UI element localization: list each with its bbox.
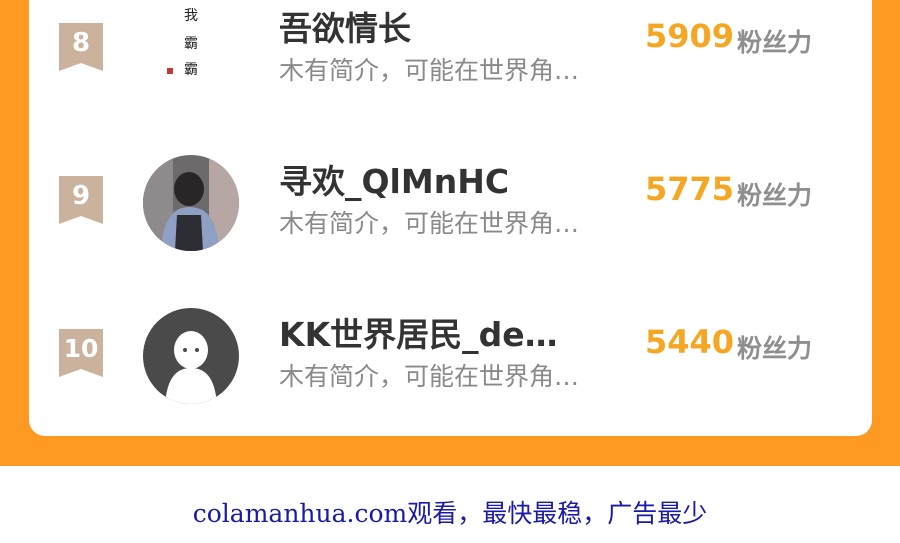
user-name[interactable]: 寻欢_QlMnHC [279, 155, 509, 203]
avatar[interactable]: 我 霸 霸 [143, 2, 239, 98]
ranking-row[interactable]: 10 KK世界居民_de… 木有简介，可能在世界角… 5440 粉丝力 [29, 308, 872, 436]
user-name[interactable]: KK世界居民_de… [279, 308, 558, 356]
rank-badge: 9 [59, 176, 103, 224]
avatar-character: 我 [184, 8, 198, 24]
user-intro: 木有简介，可能在世界角… [279, 209, 580, 238]
rank-number: 10 [63, 334, 99, 363]
avatar-character: 霸 [184, 62, 198, 78]
fans-label: 粉丝力 [737, 28, 813, 57]
rank-number: 8 [71, 28, 91, 58]
user-name[interactable]: 吾欲情长 [279, 2, 411, 50]
fans-label: 粉丝力 [737, 181, 813, 210]
rank-badge: 8 [59, 23, 103, 71]
fans-count: 5775 [645, 170, 735, 208]
footer-watermark[interactable]: colamanhua.com观看，最快最稳，广告最少 [0, 494, 900, 530]
user-intro: 木有简介，可能在世界角… [279, 362, 580, 391]
ranking-row[interactable]: 8 我 霸 霸 吾欲情长 木有简介，可能在世界角… 5909 粉丝力 [29, 2, 872, 131]
calligraphy-avatar-image: 我 霸 霸 [143, 2, 239, 98]
ranking-card: 8 我 霸 霸 吾欲情长 木有简介，可能在世界角… 5909 粉丝力 9 寻欢_… [29, 0, 872, 436]
ranking-row[interactable]: 9 寻欢_QlMnHC 木有简介，可能在世界角… 5775 粉丝力 [29, 155, 872, 284]
photo-avatar-image [143, 155, 239, 251]
rank-badge: 10 [59, 329, 103, 377]
fans-count: 5440 [645, 323, 735, 361]
default-avatar-image [143, 308, 239, 404]
fans-label: 粉丝力 [737, 334, 813, 363]
avatar[interactable] [143, 155, 239, 251]
avatar[interactable] [143, 308, 239, 404]
user-intro: 木有简介，可能在世界角… [279, 56, 580, 85]
avatar-character: 霸 [184, 36, 198, 52]
fans-count: 5909 [645, 17, 735, 55]
rank-number: 9 [71, 181, 91, 211]
